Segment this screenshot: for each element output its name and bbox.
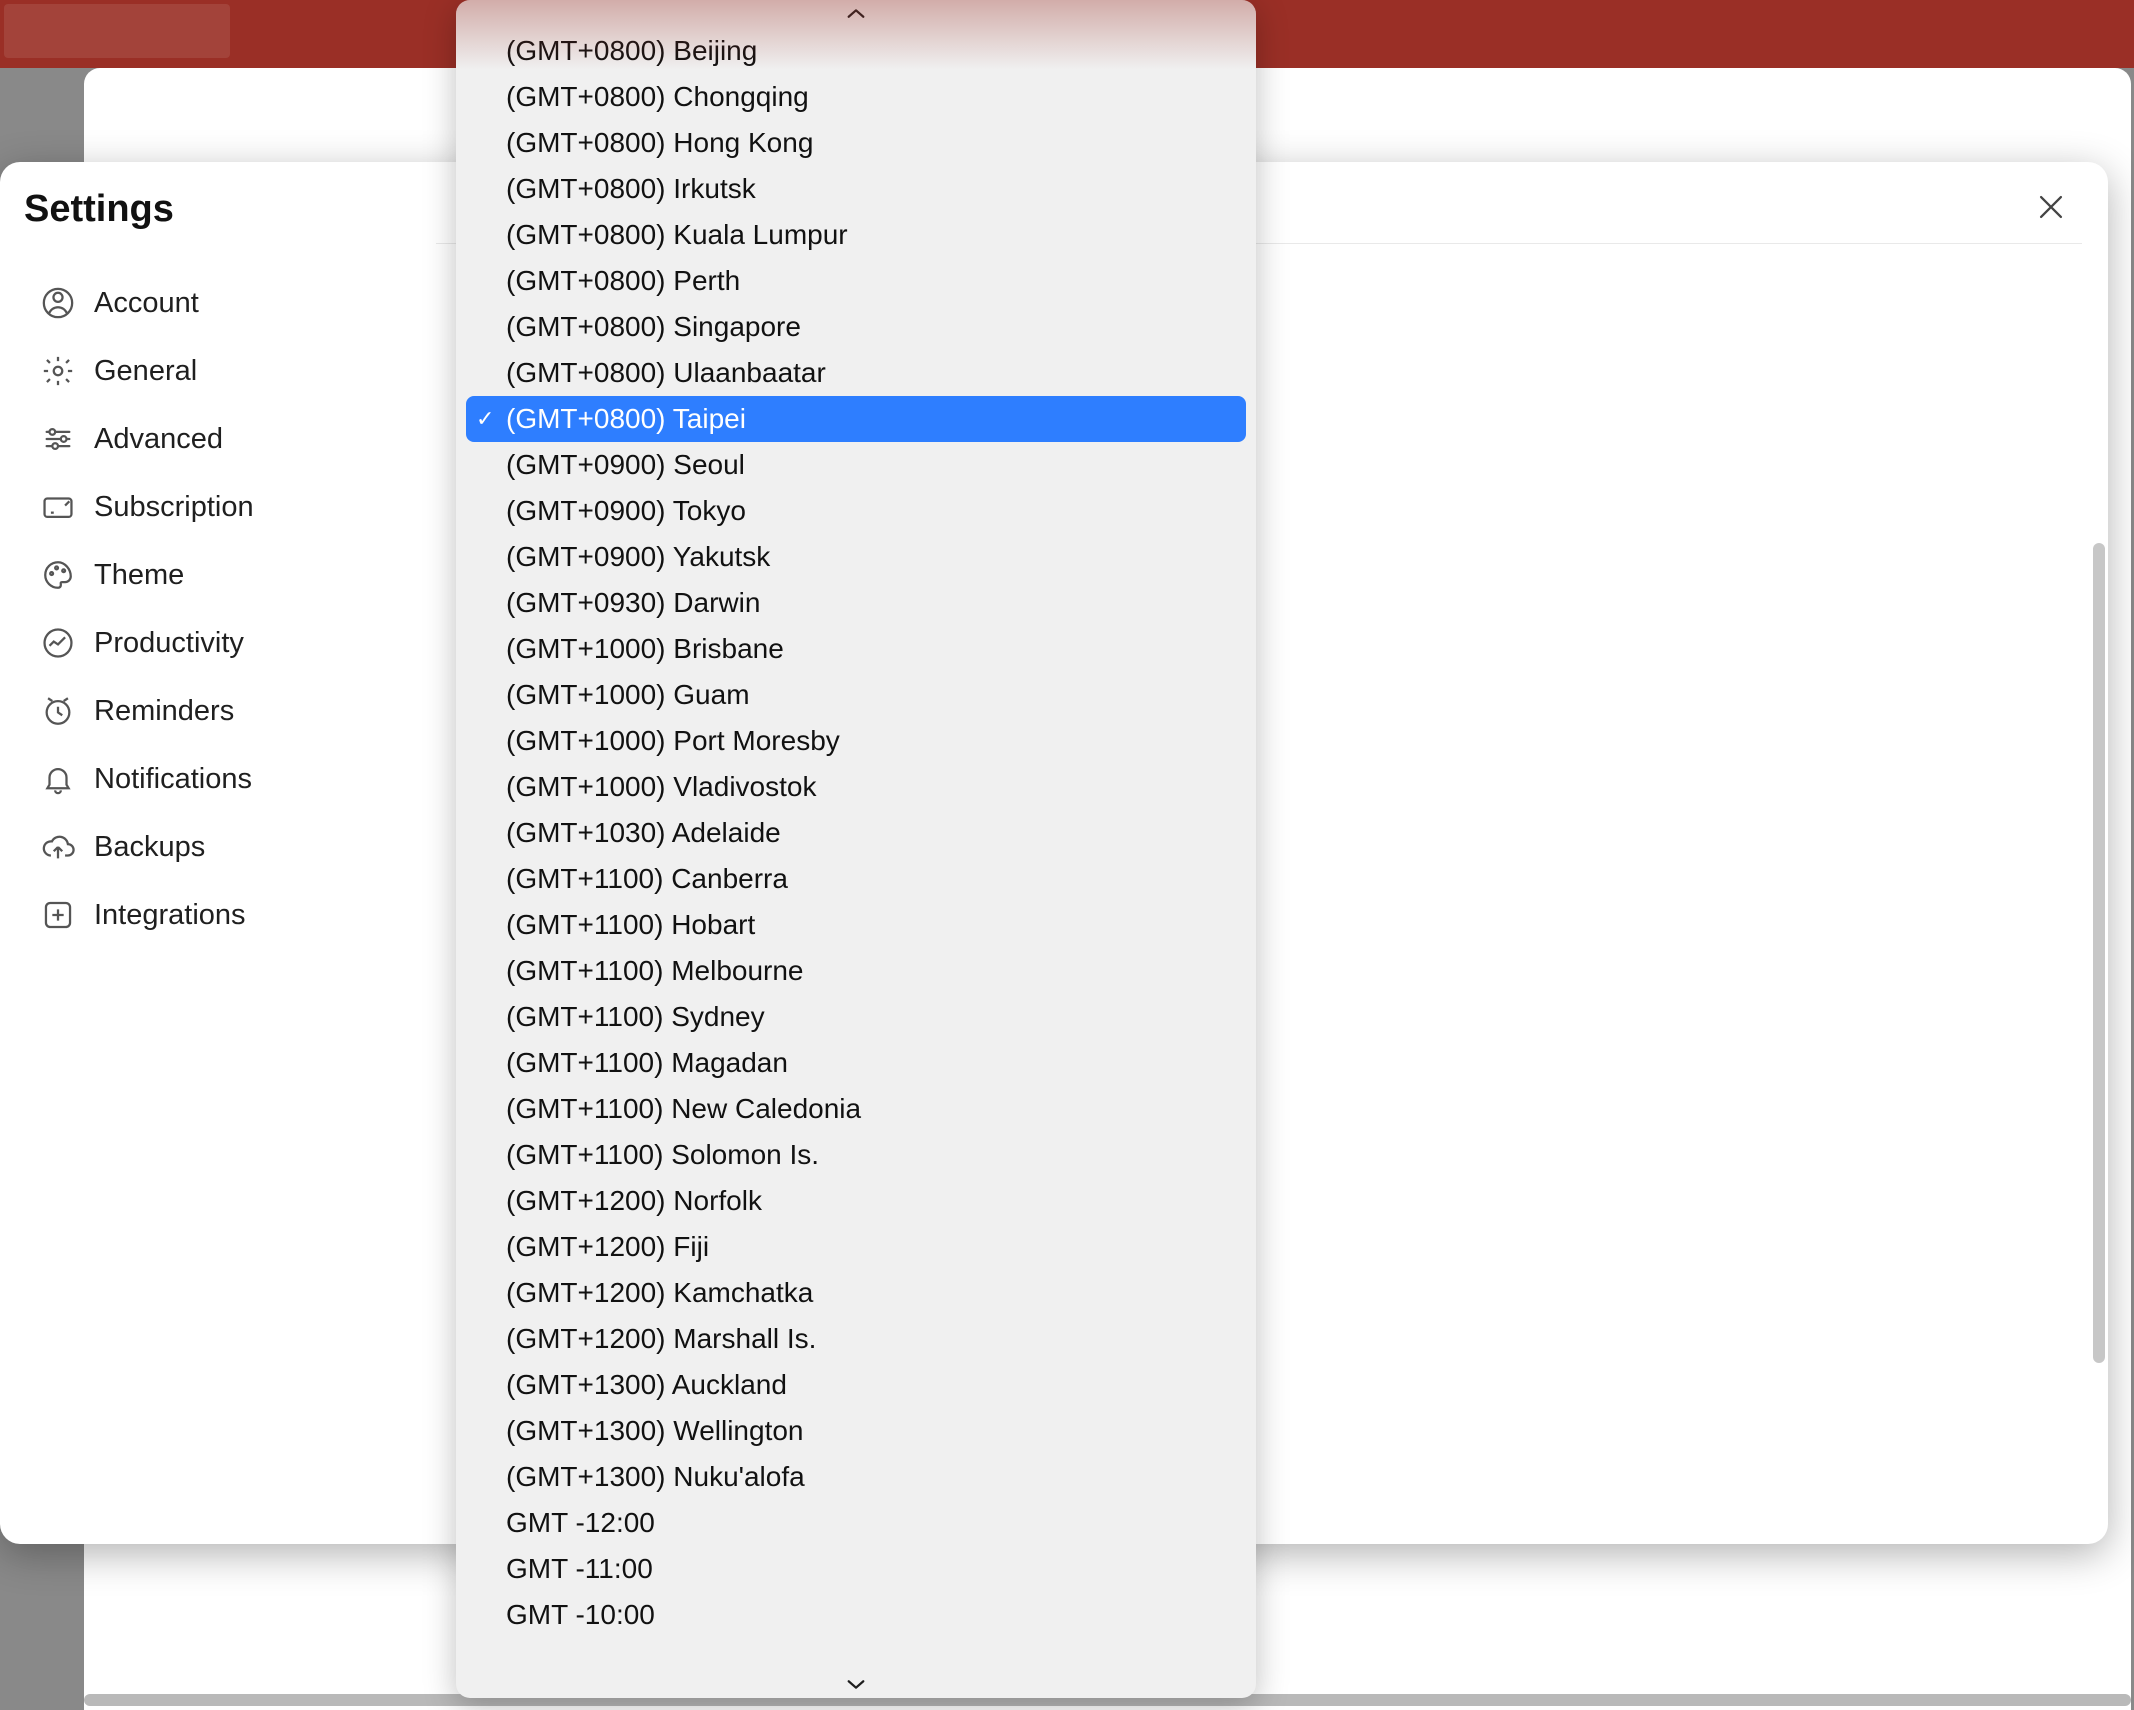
timezone-option[interactable]: (GMT+1000) Vladivostok — [466, 764, 1246, 810]
sidebar-item-backups[interactable]: Backups — [28, 813, 416, 881]
sidebar-item-label: Reminders — [94, 695, 234, 728]
sliders-icon — [40, 421, 76, 457]
bell-icon — [40, 761, 76, 797]
timezone-option[interactable]: (GMT+0900) Tokyo — [466, 488, 1246, 534]
content-scrollbar[interactable] — [2093, 543, 2105, 1363]
sidebar-item-general[interactable]: General — [28, 337, 416, 405]
gear-icon — [40, 353, 76, 389]
clock-icon — [40, 693, 76, 729]
timezone-option[interactable]: (GMT+1100) Solomon Is. — [466, 1132, 1246, 1178]
timezone-option[interactable]: (GMT+1100) Sydney — [466, 994, 1246, 1040]
sidebar-item-label: Advanced — [94, 423, 223, 456]
cloud-up-icon — [40, 829, 76, 865]
timezone-option[interactable]: (GMT+0900) Yakutsk — [466, 534, 1246, 580]
timezone-option[interactable]: (GMT+1100) New Caledonia — [466, 1086, 1246, 1132]
sidebar-item-notifications[interactable]: Notifications — [28, 745, 416, 813]
sidebar-item-reminders[interactable]: Reminders — [28, 677, 416, 745]
timezone-option[interactable]: (GMT+0800) Chongqing — [466, 74, 1246, 120]
dropdown-scroll-down[interactable] — [456, 1670, 1256, 1698]
account-icon — [40, 285, 76, 321]
sidebar-item-subscription[interactable]: Subscription — [28, 473, 416, 541]
timezone-option[interactable]: (GMT+1100) Hobart — [466, 902, 1246, 948]
timezone-option[interactable]: (GMT+1000) Port Moresby — [466, 718, 1246, 764]
timezone-option[interactable]: (GMT+1200) Fiji — [466, 1224, 1246, 1270]
palette-icon — [40, 557, 76, 593]
plus-box-icon — [40, 897, 76, 933]
timezone-option[interactable]: GMT -10:00 — [466, 1592, 1246, 1638]
sidebar-item-label: Productivity — [94, 627, 244, 660]
timezone-option[interactable]: (GMT+0900) Seoul — [466, 442, 1246, 488]
timezone-option[interactable]: GMT -11:00 — [466, 1546, 1246, 1592]
timezone-option[interactable]: (GMT+1100) Melbourne — [466, 948, 1246, 994]
sidebar-item-advanced[interactable]: Advanced — [28, 405, 416, 473]
timezone-option[interactable]: (GMT+0800) Beijing — [466, 28, 1246, 74]
timezone-option[interactable]: (GMT+1300) Wellington — [466, 1408, 1246, 1454]
timezone-option[interactable]: (GMT+0930) Darwin — [466, 580, 1246, 626]
sidebar-item-label: General — [94, 355, 197, 388]
sidebar-item-account[interactable]: Account — [28, 269, 416, 337]
sidebar-item-label: Subscription — [94, 491, 254, 524]
timezone-option-list: (GMT+0800) Beijing(GMT+0800) Chongqing(G… — [456, 28, 1256, 1670]
sidebar-item-label: Account — [94, 287, 199, 320]
timezone-option[interactable]: (GMT+0800) Hong Kong — [466, 120, 1246, 166]
timezone-option[interactable]: GMT -12:00 — [466, 1500, 1246, 1546]
sidebar-item-theme[interactable]: Theme — [28, 541, 416, 609]
timezone-option[interactable]: (GMT+1100) Canberra — [466, 856, 1246, 902]
timezone-option[interactable]: (GMT+1300) Nuku'alofa — [466, 1454, 1246, 1500]
top-bar-active-tab[interactable] — [4, 4, 230, 58]
dropdown-scroll-up[interactable] — [456, 0, 1256, 28]
timezone-option[interactable]: (GMT+1100) Magadan — [466, 1040, 1246, 1086]
sidebar-item-productivity[interactable]: Productivity — [28, 609, 416, 677]
sidebar-item-label: Backups — [94, 831, 205, 864]
sidebar-item-label: Theme — [94, 559, 184, 592]
timezone-option[interactable]: (GMT+1200) Norfolk — [466, 1178, 1246, 1224]
timezone-option[interactable]: (GMT+1030) Adelaide — [466, 810, 1246, 856]
timezone-option[interactable]: (GMT+1000) Guam — [466, 672, 1246, 718]
sidebar-item-label: Integrations — [94, 899, 246, 932]
timezone-option[interactable]: (GMT+0800) Perth — [466, 258, 1246, 304]
modal-title: Settings — [24, 188, 174, 231]
timezone-dropdown: (GMT+0800) Beijing(GMT+0800) Chongqing(G… — [456, 0, 1256, 1698]
timezone-option[interactable]: (GMT+0800) Ulaanbaatar — [466, 350, 1246, 396]
chart-icon — [40, 625, 76, 661]
timezone-option[interactable]: (GMT+1000) Brisbane — [466, 626, 1246, 672]
sidebar-item-label: Notifications — [94, 763, 252, 796]
timezone-option[interactable]: (GMT+0800) Kuala Lumpur — [466, 212, 1246, 258]
card-icon — [40, 489, 76, 525]
timezone-option[interactable]: (GMT+1200) Marshall Is. — [466, 1316, 1246, 1362]
timezone-option[interactable]: (GMT+0800) Irkutsk — [466, 166, 1246, 212]
timezone-option[interactable]: (GMT+0800) Singapore — [466, 304, 1246, 350]
close-button[interactable] — [2034, 190, 2068, 229]
settings-sidebar: Account General Advanced Subscription — [0, 243, 436, 1544]
timezone-option[interactable]: (GMT+1200) Kamchatka — [466, 1270, 1246, 1316]
timezone-option[interactable]: (GMT+0800) Taipei — [466, 396, 1246, 442]
timezone-option[interactable]: (GMT+1300) Auckland — [466, 1362, 1246, 1408]
sidebar-item-integrations[interactable]: Integrations — [28, 881, 416, 949]
